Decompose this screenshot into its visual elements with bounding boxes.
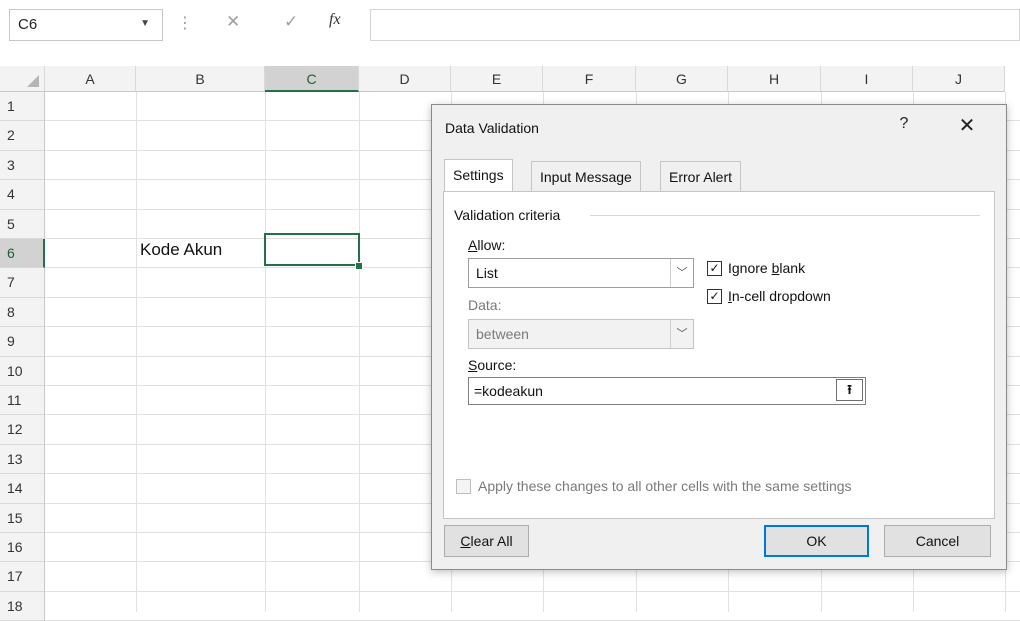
- allow-value: List: [476, 265, 498, 281]
- fill-handle[interactable]: [355, 262, 363, 270]
- row-header-14[interactable]: 14: [0, 474, 45, 504]
- row-header-11[interactable]: 11: [0, 386, 45, 416]
- validation-criteria-label: Validation criteria: [454, 207, 561, 223]
- cancel-button[interactable]: Cancel: [884, 525, 991, 557]
- row-header-17[interactable]: 17: [0, 562, 45, 592]
- row-header-15[interactable]: 15: [0, 503, 45, 533]
- apply-all-label: Apply these changes to all other cells w…: [478, 478, 852, 494]
- chevron-down-icon: ﹀: [670, 320, 693, 348]
- row-header-3[interactable]: 3: [0, 150, 45, 181]
- collapse-dialog-icon[interactable]: ⭱: [836, 379, 863, 401]
- source-label: Source:: [468, 357, 517, 373]
- column-header-j[interactable]: J: [913, 66, 1005, 92]
- column-header-i[interactable]: I: [821, 66, 913, 92]
- gridline: [265, 92, 266, 612]
- row-header-7[interactable]: 7: [0, 268, 45, 298]
- row-header-2[interactable]: 2: [0, 121, 45, 151]
- chevron-down-icon[interactable]: ▼: [140, 18, 150, 29]
- ignore-blank-label: Ignore blank: [728, 260, 806, 276]
- ok-button[interactable]: OK: [764, 525, 869, 557]
- allow-label: Allow:: [468, 237, 506, 253]
- data-validation-dialog: Data Validation ? ✕ Settings Input Messa…: [431, 104, 1007, 570]
- column-header-e[interactable]: E: [451, 66, 543, 92]
- gridline: [136, 92, 137, 612]
- row-header-18[interactable]: 18: [0, 591, 45, 621]
- tab-error-alert[interactable]: Error Alert: [660, 161, 742, 191]
- in-cell-dropdown-label: In-cell dropdown: [728, 288, 831, 304]
- x-icon[interactable]: ✕: [226, 12, 240, 32]
- allow-select[interactable]: List ﹀: [468, 258, 694, 288]
- row-header-8[interactable]: 8: [0, 297, 45, 328]
- group-divider: [590, 215, 980, 216]
- fx-icon[interactable]: fx: [329, 11, 341, 29]
- tab-input-message[interactable]: Input Message: [531, 161, 641, 191]
- source-value: =kodeakun: [474, 383, 543, 399]
- row-header-1[interactable]: 1: [0, 92, 45, 122]
- settings-panel: [443, 191, 995, 519]
- select-all-corner[interactable]: [0, 66, 45, 92]
- row-header-13[interactable]: 13: [0, 444, 45, 475]
- name-box[interactable]: C6 ▼: [9, 9, 163, 41]
- data-label: Data:: [468, 297, 502, 313]
- formula-input[interactable]: [370, 9, 1020, 41]
- row-header-10[interactable]: 10: [0, 356, 45, 386]
- checkmark-icon[interactable]: ✓: [284, 12, 298, 32]
- source-input[interactable]: =kodeakun: [468, 377, 866, 405]
- help-button[interactable]: ?: [896, 115, 912, 133]
- column-header-b[interactable]: B: [136, 66, 265, 92]
- row-header-4[interactable]: 4: [0, 180, 45, 210]
- formula-bar: C6 ▼ ⋮ ✕ ✓ fx: [0, 0, 1020, 56]
- cell-b6[interactable]: Kode Akun: [140, 240, 222, 260]
- ignore-blank-checkbox[interactable]: ✓: [707, 261, 722, 276]
- active-cell-c6[interactable]: [264, 233, 360, 266]
- column-header-h[interactable]: H: [728, 66, 821, 92]
- column-header-d[interactable]: D: [359, 66, 451, 92]
- column-header-a[interactable]: A: [45, 66, 136, 92]
- row-header-9[interactable]: 9: [0, 327, 45, 357]
- vertical-dots-icon: ⋮: [177, 15, 193, 32]
- clear-all-button[interactable]: Clear All: [444, 525, 529, 557]
- row-header-12[interactable]: 12: [0, 415, 45, 445]
- close-button[interactable]: ✕: [956, 113, 978, 138]
- gridline: [359, 92, 360, 612]
- chevron-down-icon[interactable]: ﹀: [670, 259, 693, 287]
- apply-all-checkbox: [456, 479, 471, 494]
- select-all-triangle-icon: [27, 75, 39, 87]
- row-header-6[interactable]: 6: [0, 239, 45, 269]
- column-header-c[interactable]: C: [265, 66, 359, 92]
- dialog-title: Data Validation: [445, 120, 539, 136]
- gridline: [45, 590, 1020, 592]
- row-header-16[interactable]: 16: [0, 533, 45, 563]
- in-cell-dropdown-checkbox[interactable]: ✓: [707, 289, 722, 304]
- column-header-g[interactable]: G: [636, 66, 728, 92]
- column-header-f[interactable]: F: [543, 66, 636, 92]
- tab-settings[interactable]: Settings: [444, 159, 513, 192]
- row-header-5[interactable]: 5: [0, 209, 45, 239]
- name-box-value: C6: [18, 16, 38, 33]
- data-select: between ﹀: [468, 319, 694, 349]
- data-value: between: [476, 326, 529, 342]
